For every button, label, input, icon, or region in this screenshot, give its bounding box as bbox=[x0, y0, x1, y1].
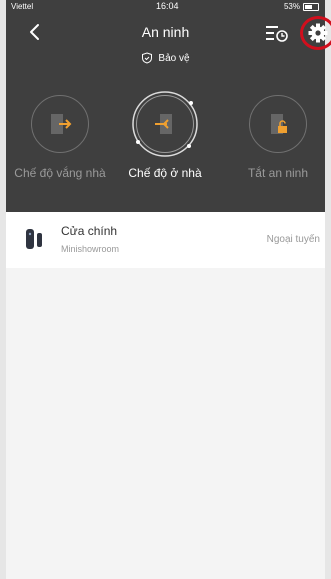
carrier-label: Viettel bbox=[11, 2, 34, 11]
door-out-icon bbox=[51, 114, 72, 134]
mode-home[interactable]: Chế độ ở nhà bbox=[110, 91, 220, 180]
status-right: 53% bbox=[284, 2, 319, 11]
disarm-mode-circle bbox=[249, 95, 307, 153]
status-bar: Viettel 16:04 53% bbox=[6, 0, 325, 14]
right-edge bbox=[325, 0, 331, 579]
disarm-mode-label: Tắt an ninh bbox=[247, 166, 309, 180]
history-icon[interactable] bbox=[266, 23, 288, 43]
mode-away[interactable]: Chế độ vắng nhà bbox=[5, 95, 115, 180]
battery-icon bbox=[303, 2, 319, 11]
device-room: Minishowroom bbox=[61, 244, 120, 254]
security-header: Viettel 16:04 53% An ninh Bảo vệ Chế độ … bbox=[5, 0, 331, 212]
battery-percent: 53% bbox=[283, 2, 300, 11]
device-name: Cửa chính bbox=[61, 224, 118, 238]
device-status: Ngoại tuyến bbox=[266, 234, 320, 245]
settings-button[interactable] bbox=[300, 16, 331, 50]
door-lock-icon bbox=[271, 114, 287, 134]
gear-icon bbox=[308, 23, 328, 43]
home-mode-label: Chế độ ở nhà bbox=[128, 166, 202, 180]
away-mode-circle bbox=[31, 95, 89, 153]
away-mode-label: Chế độ vắng nhà bbox=[14, 166, 106, 180]
mode-indicator: Bảo vệ bbox=[6, 52, 325, 64]
active-ring bbox=[132, 91, 198, 157]
device-row[interactable]: Cửa chính Minishowroom Ngoại tuyến bbox=[6, 212, 325, 268]
clock: 16:04 bbox=[156, 1, 179, 11]
door-sensor-icon bbox=[26, 229, 42, 249]
home-mode-circle bbox=[132, 91, 198, 157]
mode-label: Bảo vệ bbox=[158, 52, 190, 64]
shield-icon bbox=[142, 52, 153, 64]
mode-disarm[interactable]: Tắt an ninh bbox=[223, 95, 331, 180]
